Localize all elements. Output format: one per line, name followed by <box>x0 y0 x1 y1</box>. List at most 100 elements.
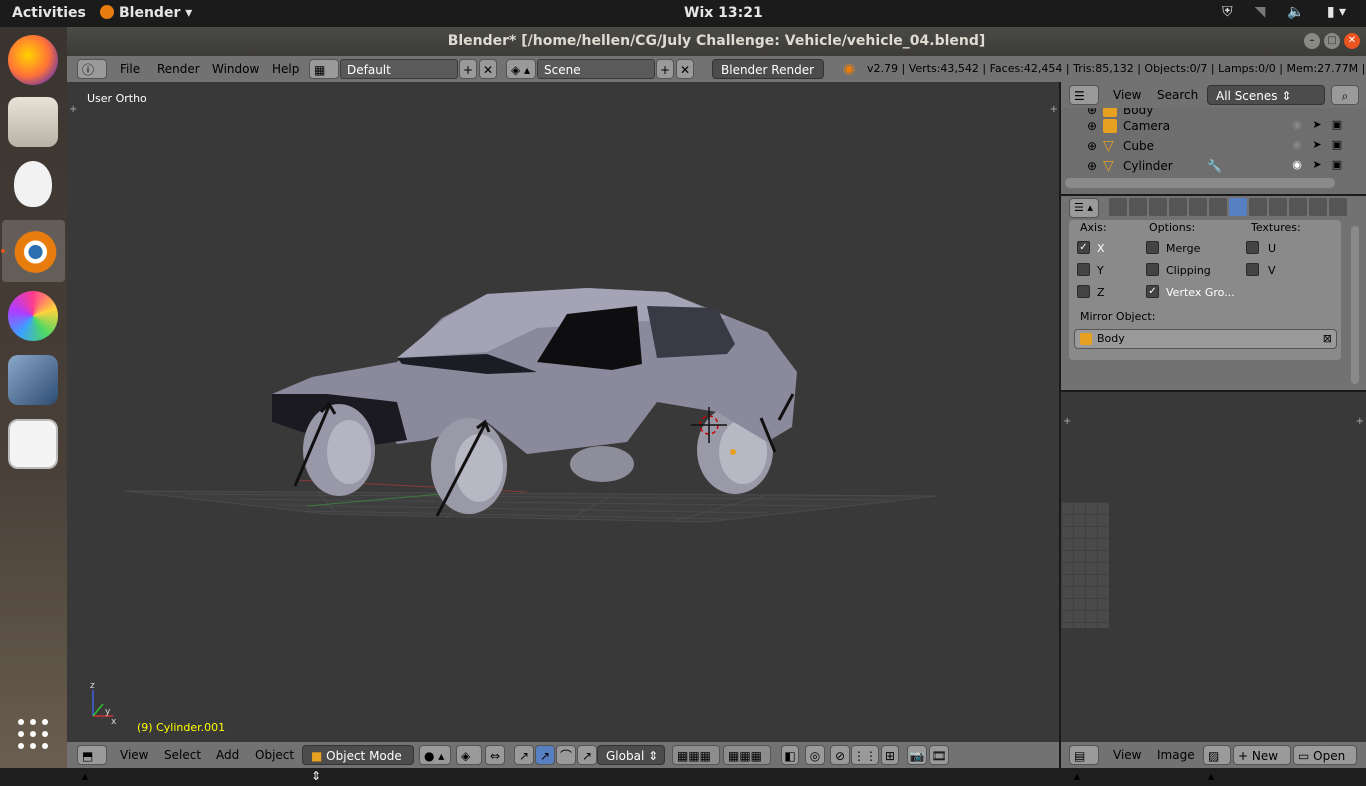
menu-object[interactable]: Object <box>255 745 294 765</box>
eye-icon[interactable]: ◉ <box>1290 118 1304 132</box>
scale-manipulator[interactable]: ⌒ <box>556 745 576 765</box>
render-icon[interactable]: ▣ <box>1330 158 1344 172</box>
3d-viewport[interactable]: User Ortho + + z y x (9) Cylinder.001 <box>67 82 1060 742</box>
browse-image-button[interactable]: ▨ ▴ <box>1203 745 1231 783</box>
lock-camera-button[interactable]: ◧ <box>781 745 799 765</box>
remove-layout-button[interactable]: ✕ <box>479 59 497 79</box>
layers-group-1[interactable]: ▦▦▦ <box>672 745 720 765</box>
app-menu[interactable]: Blender ▾ <box>100 5 192 21</box>
texture-tab-icon[interactable] <box>1289 198 1307 216</box>
layers-group-2[interactable]: ▦▦▦ <box>723 745 771 765</box>
data-tab-icon[interactable] <box>1249 198 1267 216</box>
video-editor-icon[interactable] <box>8 355 58 405</box>
outliner-row[interactable]: ⊕ ▽ Cylinder 🔧 ◉ ➤ ▣ <box>1061 156 1356 176</box>
remove-scene-button[interactable]: ✕ <box>676 59 694 79</box>
files-icon[interactable] <box>8 97 58 147</box>
krita-icon[interactable] <box>8 291 58 341</box>
image-editor[interactable]: + + <box>1061 392 1366 742</box>
maximize-icon[interactable]: □ <box>1324 33 1340 49</box>
mirror-object-field[interactable]: Body ⊠ <box>1074 329 1337 349</box>
screen-layout-field[interactable]: Default <box>340 59 458 79</box>
cursor-icon[interactable]: ➤ <box>1310 138 1324 152</box>
proportional-edit-button[interactable]: ◎ <box>805 745 825 765</box>
outliner-filter-dropdown[interactable]: All Scenes ⇕ <box>1207 85 1325 105</box>
outliner-editor-type[interactable]: ☰ ▴ <box>1069 85 1099 123</box>
menu-help[interactable]: Help <box>272 59 299 79</box>
image-editor-type[interactable]: ▤ ▴ <box>1069 745 1099 783</box>
3d-view-editor-type[interactable]: ⬒ ▴ <box>77 745 107 783</box>
snap-target-button[interactable]: ⊞ <box>881 745 899 765</box>
translate-manipulator[interactable]: ↗ <box>514 745 534 765</box>
expand-icon[interactable]: ⊕ <box>1087 136 1097 156</box>
outliner-row[interactable]: ⊕ ▽ Cube ◉ ➤ ▣ <box>1061 136 1356 156</box>
render-still-button[interactable]: 📷 <box>907 745 927 765</box>
render-engine-dropdown[interactable]: Blender Render ⇕ <box>712 59 824 97</box>
menu-select[interactable]: Select <box>164 745 201 765</box>
axis-x-checkbox[interactable]: ✓ <box>1077 241 1090 254</box>
battery-icon[interactable]: ▮ ▾ <box>1327 4 1346 20</box>
firefox-icon[interactable] <box>8 35 58 85</box>
menu-file[interactable]: File <box>120 59 140 79</box>
properties-scrollbar[interactable] <box>1351 226 1359 384</box>
outliner-menu-view[interactable]: View <box>1113 85 1141 105</box>
add-layout-button[interactable]: + <box>459 59 477 79</box>
menu-add[interactable]: Add <box>216 745 239 765</box>
properties-editor-type[interactable]: ☰ ▴ <box>1069 198 1099 218</box>
image-menu-view[interactable]: View <box>1113 745 1141 765</box>
editor-type-button[interactable]: ⓘ ▴ <box>77 59 107 97</box>
outliner-row[interactable]: ⊕ Camera ◉ ➤ ▣ <box>1061 116 1356 136</box>
shield-icon[interactable]: ⛨ <box>1222 4 1233 20</box>
outliner-scrollbar[interactable] <box>1065 178 1335 188</box>
snap-element-dropdown[interactable]: ⋮⋮ <box>851 745 879 765</box>
merge-checkbox[interactable] <box>1146 241 1159 254</box>
clear-field-icon[interactable]: ⊠ <box>1323 332 1332 345</box>
modifiers-tab-icon[interactable] <box>1229 198 1247 216</box>
rotate-manipulator[interactable]: ↗ <box>535 745 555 765</box>
mode-dropdown[interactable]: ■ Object Mode ⇕ <box>302 745 414 783</box>
outliner-menu-search[interactable]: Search <box>1157 85 1198 105</box>
eye-icon[interactable]: ◉ <box>1290 138 1304 152</box>
timer-icon[interactable] <box>14 161 52 207</box>
minimize-icon[interactable]: – <box>1304 33 1320 49</box>
expand-icon[interactable]: ⊕ <box>1087 116 1097 136</box>
texture-v-checkbox[interactable] <box>1246 263 1259 276</box>
screen-layout-icon[interactable]: ▦ ▴ <box>309 59 339 97</box>
image-menu-image[interactable]: Image <box>1157 745 1195 765</box>
render-icon[interactable]: ▣ <box>1330 118 1344 132</box>
particles-tab-icon[interactable] <box>1309 198 1327 216</box>
menu-window[interactable]: Window <box>212 59 259 79</box>
eye-icon[interactable]: ◉ <box>1290 158 1304 172</box>
vertex-groups-checkbox[interactable]: ✓ <box>1146 285 1159 298</box>
cursor-icon[interactable]: ➤ <box>1310 118 1324 132</box>
open-image-button[interactable]: ▭ Open <box>1293 745 1357 765</box>
scale-manipulator-alt[interactable]: ↗ <box>577 745 597 765</box>
render-icon[interactable]: ▣ <box>1330 138 1344 152</box>
viewport-shading-button[interactable]: ● ▴ <box>419 745 451 765</box>
material-tab-icon[interactable] <box>1269 198 1287 216</box>
outliner-search-icon[interactable]: ⌕ <box>1331 85 1359 105</box>
snap-toggle-button[interactable]: ⊘ <box>830 745 850 765</box>
clipping-checkbox[interactable] <box>1146 263 1159 276</box>
scene-field[interactable]: Scene <box>537 59 655 79</box>
add-scene-button[interactable]: + <box>656 59 674 79</box>
constraints-tab-icon[interactable] <box>1209 198 1227 216</box>
activities-button[interactable]: Activities <box>12 5 86 21</box>
menu-view[interactable]: View <box>120 745 148 765</box>
show-applications-icon[interactable] <box>18 719 48 749</box>
layers-tab-icon[interactable] <box>1129 198 1147 216</box>
render-animation-button[interactable]: 🎞 <box>929 745 949 765</box>
clock[interactable]: Wix 13:21 <box>684 5 763 21</box>
orientation-dropdown[interactable]: Global ⇕ <box>597 745 665 765</box>
pivot-point-button[interactable]: ◈ <box>456 745 482 765</box>
physics-tab-icon[interactable] <box>1329 198 1347 216</box>
network-icon[interactable]: ◥ <box>1255 4 1266 20</box>
render-tab-icon[interactable] <box>1109 198 1127 216</box>
region-toggle-right[interactable]: + <box>1356 416 1364 427</box>
world-tab-icon[interactable] <box>1169 198 1187 216</box>
volume-icon[interactable]: 🔈 <box>1287 4 1304 20</box>
scene-icon[interactable]: ◈ ▴ <box>506 59 536 79</box>
scene-tab-icon[interactable] <box>1149 198 1167 216</box>
menu-render[interactable]: Render <box>157 59 200 79</box>
axis-z-checkbox[interactable] <box>1077 285 1090 298</box>
region-toggle-left[interactable]: + <box>1063 416 1071 427</box>
